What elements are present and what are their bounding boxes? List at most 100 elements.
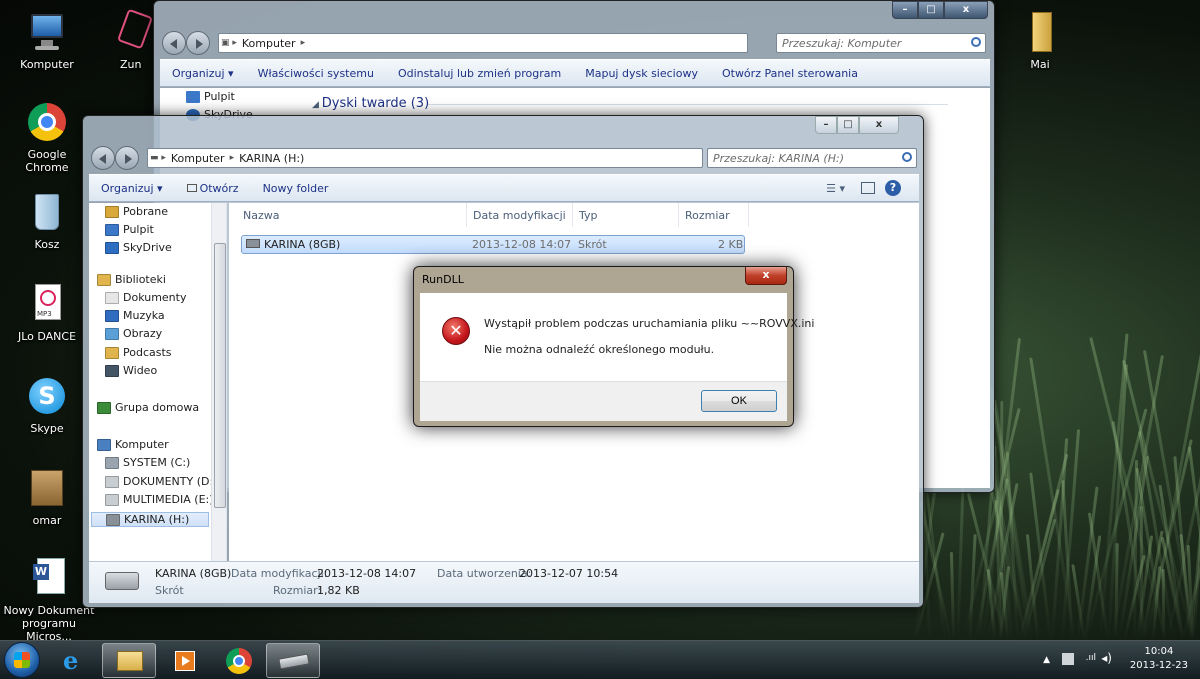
nav-item[interactable]: MULTIMEDIA (E:) [105, 493, 214, 506]
maximize-button[interactable]: □ [837, 116, 859, 134]
taskbar-rundll[interactable] [266, 643, 320, 678]
table-row[interactable]: KARINA (8GB) 2013-12-08 14:07 Skrót 2 KB [241, 235, 745, 254]
column-header-type[interactable]: Typ [573, 203, 679, 227]
open-control-panel-button[interactable]: Otwórz Panel sterowania [710, 67, 870, 80]
taskbar-ie[interactable]: e [48, 643, 102, 678]
address-bar[interactable]: ▬ ▸ Komputer ▸ KARINA (H:) [147, 148, 703, 168]
nav-item-pulpit[interactable]: Pulpit [186, 90, 235, 103]
back-button[interactable] [91, 146, 115, 170]
desktop-icon-label: Zun [106, 58, 156, 71]
search-icon [971, 37, 981, 47]
nav-item[interactable]: KARINA (H:) [91, 512, 209, 527]
details-name: KARINA (8GB) [155, 567, 231, 580]
uninstall-program-button[interactable]: Odinstaluj lub zmień program [386, 67, 573, 80]
new-folder-button[interactable]: Nowy folder [251, 182, 341, 195]
desktop-icon-omar[interactable]: omar [8, 466, 86, 527]
nav-item[interactable]: DOKUMENTY (D: [105, 475, 213, 488]
organize-menu[interactable]: Organizuj ▾ [160, 67, 246, 80]
nav-item-label: Muzyka [123, 309, 165, 322]
organize-menu[interactable]: Organizuj ▾ [89, 182, 175, 195]
nav-item-icon [97, 274, 111, 286]
nav-item[interactable]: Dokumenty [105, 291, 186, 304]
breadcrumb-komputer[interactable]: Komputer [239, 37, 299, 50]
nav-item[interactable]: Pobrane [105, 205, 168, 218]
nav-item-label: DOKUMENTY (D: [123, 475, 213, 488]
back-button[interactable] [162, 31, 186, 55]
address-bar[interactable]: ▣ ▸ Komputer ▸ [218, 33, 748, 53]
column-header-modified[interactable]: Data modyfikacji [467, 203, 573, 227]
show-hidden-icons-icon[interactable]: ▲ [1043, 655, 1050, 665]
desktop-icon-mai[interactable]: Mai [1001, 10, 1079, 71]
dialog-close-button[interactable]: x [745, 267, 787, 285]
desktop-icon-recycle-bin[interactable]: Kosz [8, 190, 86, 251]
taskbar-chrome[interactable] [212, 643, 266, 678]
desktop-icon-label: Mai [1001, 58, 1079, 71]
scrollbar-thumb[interactable] [214, 243, 226, 508]
nav-item[interactable]: Obrazy [105, 327, 162, 340]
view-options-icon[interactable]: ☰ ▾ [826, 182, 845, 195]
taskbar-media-player[interactable] [158, 643, 212, 678]
nav-item-label: KARINA (H:) [124, 513, 189, 526]
nav-item-label: Pulpit [123, 223, 154, 236]
group-header-hard-drives[interactable]: ◢ Dyski twarde (3) [312, 96, 429, 111]
nav-item-icon [105, 224, 119, 236]
nav-item[interactable]: SYSTEM (C:) [105, 456, 190, 469]
nav-item[interactable]: Wideo [105, 364, 157, 377]
close-button[interactable]: x [859, 116, 899, 134]
breadcrumb-komputer[interactable]: Komputer [168, 152, 228, 165]
nav-item[interactable]: Podcasts [105, 346, 172, 359]
chevron-right-icon: ▸ [299, 38, 308, 48]
computer-icon [25, 10, 69, 54]
forward-button[interactable] [115, 146, 139, 170]
window-controls: – □ x [892, 1, 988, 19]
nav-item[interactable]: Grupa domowa [97, 401, 199, 414]
desktop-icon-zun[interactable]: Zun [106, 10, 156, 71]
system-clock[interactable]: 10:04 2013-12-23 [1130, 645, 1188, 673]
map-network-drive-button[interactable]: Mapuj dysk sieciowy [573, 67, 710, 80]
nav-item-label: SkyDrive [123, 241, 172, 254]
system-properties-button[interactable]: Właściwości systemu [246, 67, 386, 80]
start-button[interactable] [4, 642, 40, 678]
nav-item[interactable]: SkyDrive [105, 241, 172, 254]
desktop-icon-computer[interactable]: Komputer [8, 10, 86, 71]
volume-icon[interactable]: ◂) [1101, 651, 1112, 665]
play-icon [182, 656, 190, 666]
help-icon[interactable]: ? [885, 180, 901, 196]
desktop-icon-jlo-dance[interactable]: MP3 JLo DANCE [8, 282, 86, 343]
search-icon [902, 152, 912, 162]
ok-button[interactable]: OK [701, 390, 777, 412]
column-header-name[interactable]: Nazwa [237, 203, 467, 227]
desktop-icon-chrome[interactable]: Google Chrome [8, 100, 86, 174]
navigation-scrollbar[interactable] [211, 203, 227, 561]
desktop-icon-label: Kosz [8, 238, 86, 251]
maximize-button[interactable]: □ [918, 1, 944, 19]
minimize-button[interactable]: – [892, 1, 918, 19]
nav-item[interactable]: Pulpit [105, 223, 154, 236]
open-button[interactable]: Otwórz [175, 182, 251, 195]
desktop-icon-label: Google Chrome [8, 148, 86, 174]
nav-item-label: SYSTEM (C:) [123, 456, 190, 469]
group-divider [428, 104, 948, 105]
nav-item[interactable]: Muzyka [105, 309, 165, 322]
taskbar-explorer[interactable] [102, 643, 156, 678]
row-name: KARINA (8GB) [264, 238, 340, 251]
column-header-size[interactable]: Rozmiar [679, 203, 749, 227]
desktop-icon-skype[interactable]: S Skype [8, 374, 86, 435]
network-icon[interactable]: .ııl [1086, 653, 1096, 663]
rundll-error-dialog[interactable]: RunDLL x ✕ Wystąpił problem podczas uruc… [413, 266, 794, 427]
action-center-icon[interactable] [1062, 653, 1074, 665]
close-button[interactable]: x [944, 1, 988, 19]
open-icon [187, 184, 197, 192]
minimize-button[interactable]: – [815, 116, 837, 134]
word-document-icon: W [27, 556, 71, 600]
nav-item[interactable]: Komputer [97, 438, 169, 451]
forward-button[interactable] [186, 31, 210, 55]
details-modified-label: Data modyfikacji: [231, 567, 327, 580]
preview-pane-icon[interactable] [861, 182, 875, 194]
breadcrumb-karina[interactable]: KARINA (H:) [236, 152, 307, 165]
search-input[interactable]: Przeszukaj: KARINA (H:) [707, 148, 917, 168]
search-input[interactable]: Przeszukaj: Komputer [776, 33, 986, 53]
desktop-icon-label: Nowy Dokument programu Micros... [2, 604, 96, 643]
nav-item[interactable]: Biblioteki [97, 273, 166, 286]
nav-item-icon [105, 494, 119, 506]
